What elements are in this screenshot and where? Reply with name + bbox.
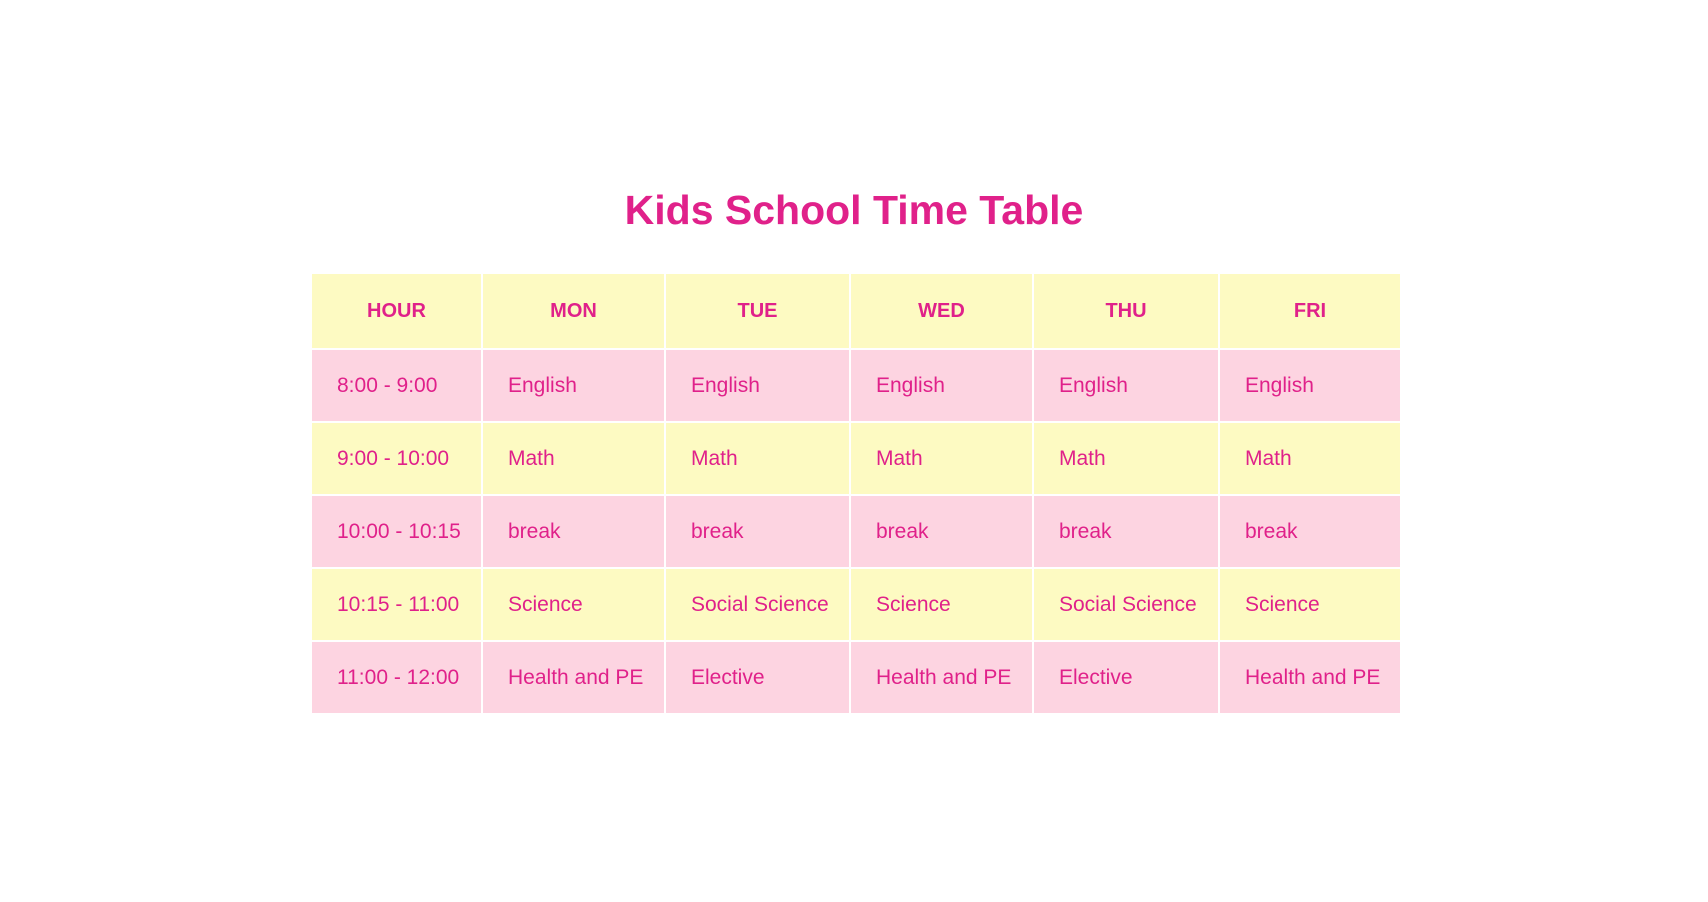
column-header-fri: FRI (1218, 272, 1402, 350)
hour-cell: 9:00 - 10:00 (310, 421, 483, 496)
hour-cell: 10:15 - 11:00 (310, 567, 483, 642)
hour-cell: 11:00 - 12:00 (310, 640, 483, 715)
subject-cell: break (1218, 494, 1402, 569)
subject-cell: break (664, 494, 851, 569)
timetable: HOUR MON TUE WED THU FRI 8:00 - 9:00 Eng… (310, 272, 1402, 715)
subject-cell: Math (849, 421, 1034, 496)
hour-cell: 8:00 - 9:00 (310, 348, 483, 423)
subject-cell: Math (664, 421, 851, 496)
subject-cell: Social Science (664, 567, 851, 642)
subject-cell: Elective (1032, 640, 1220, 715)
subject-cell: Science (1218, 567, 1402, 642)
subject-cell: Health and PE (481, 640, 666, 715)
subject-cell: English (849, 348, 1034, 423)
subject-cell: Social Science (1032, 567, 1220, 642)
subject-cell: break (481, 494, 666, 569)
column-header-mon: MON (481, 272, 666, 350)
subject-cell: English (1218, 348, 1402, 423)
column-header-wed: WED (849, 272, 1034, 350)
subject-cell: break (1032, 494, 1220, 569)
table-row: 8:00 - 9:00 English English English Engl… (310, 348, 1402, 423)
subject-cell: Math (1032, 421, 1220, 496)
subject-cell: Health and PE (849, 640, 1034, 715)
column-header-thu: THU (1032, 272, 1220, 350)
column-header-hour: HOUR (310, 272, 483, 350)
table-row: 11:00 - 12:00 Health and PE Elective Hea… (310, 640, 1402, 715)
subject-cell: Math (1218, 421, 1402, 496)
header-row: HOUR MON TUE WED THU FRI (310, 272, 1402, 350)
table-row: 10:00 - 10:15 break break break break br… (310, 494, 1402, 569)
subject-cell: English (481, 348, 666, 423)
subject-cell: Science (849, 567, 1034, 642)
subject-cell: English (1032, 348, 1220, 423)
table-row: 9:00 - 10:00 Math Math Math Math Math (310, 421, 1402, 496)
table-row: 10:15 - 11:00 Science Social Science Sci… (310, 567, 1402, 642)
subject-cell: English (664, 348, 851, 423)
hour-cell: 10:00 - 10:15 (310, 494, 483, 569)
subject-cell: break (849, 494, 1034, 569)
subject-cell: Science (481, 567, 666, 642)
subject-cell: Health and PE (1218, 640, 1402, 715)
subject-cell: Math (481, 421, 666, 496)
page-title: Kids School Time Table (624, 187, 1084, 233)
subject-cell: Elective (664, 640, 851, 715)
column-header-tue: TUE (664, 272, 851, 350)
